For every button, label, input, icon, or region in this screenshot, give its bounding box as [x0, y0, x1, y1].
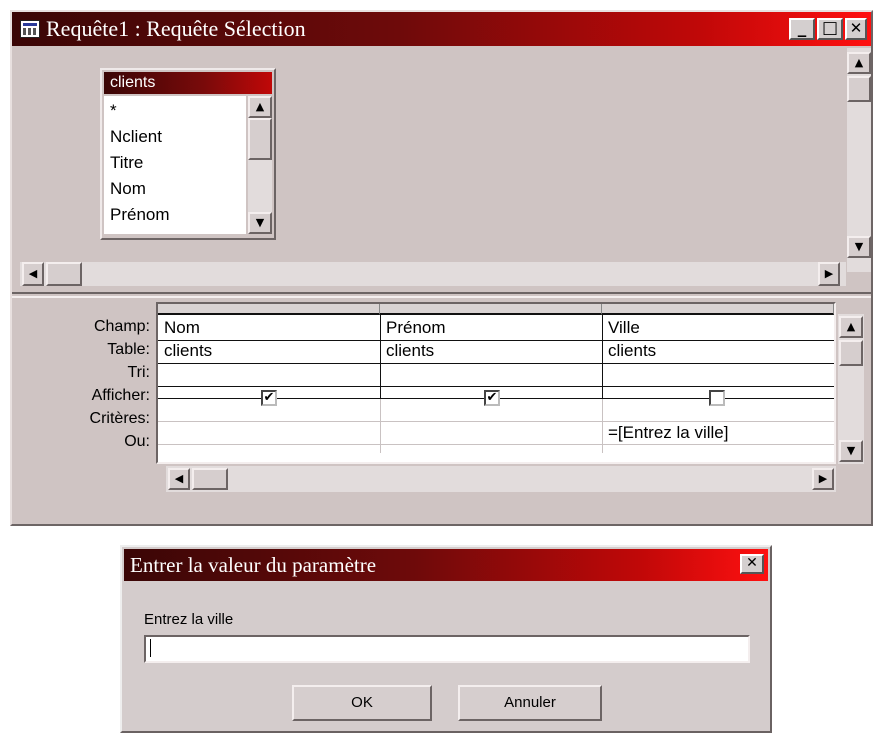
- cell-champ-2[interactable]: Prénom: [380, 317, 602, 340]
- column-selector-1[interactable]: [158, 304, 380, 315]
- minimize-button[interactable]: _: [789, 18, 815, 40]
- column-selector-2[interactable]: [380, 304, 602, 315]
- afficher-checkbox-1[interactable]: ✔: [261, 390, 277, 406]
- upper-scroll-down-icon[interactable]: ▼: [847, 236, 871, 258]
- cancel-button[interactable]: Annuler: [458, 685, 602, 721]
- grid-scroll-left-icon[interactable]: ◀: [168, 468, 190, 490]
- dialog-close-button[interactable]: ✕: [740, 554, 764, 574]
- clients-table-title[interactable]: clients: [104, 72, 272, 94]
- cell-tri-3[interactable]: [602, 363, 834, 386]
- row-label-tri: Tri:: [127, 364, 150, 381]
- upper-pane-hscrollbar[interactable]: [20, 262, 846, 286]
- cell-ou-3[interactable]: [602, 445, 834, 468]
- afficher-checkbox-2[interactable]: ✔: [484, 390, 500, 406]
- grid-scroll-down-icon[interactable]: ▼: [839, 440, 863, 462]
- field-list-scroll-up-icon[interactable]: ▲: [248, 96, 272, 118]
- upper-scroll-right-icon[interactable]: ▶: [818, 262, 840, 286]
- grid-row-labels: Champ: Table: Tri: Afficher: Critères: O…: [12, 315, 150, 453]
- clients-field-list[interactable]: * Nclient Titre Nom Prénom: [104, 96, 246, 234]
- parameter-dialog-title[interactable]: Entrer la valeur du paramètre: [124, 549, 768, 581]
- cell-table-1[interactable]: clients: [158, 340, 380, 363]
- field-item-all[interactable]: *: [110, 98, 246, 124]
- upper-scroll-left-icon[interactable]: ◀: [22, 262, 44, 286]
- field-item-nclient[interactable]: Nclient: [110, 124, 246, 150]
- cell-ou-2[interactable]: [380, 445, 602, 468]
- field-list-scroll-thumb[interactable]: [248, 118, 272, 160]
- grid-scroll-right-icon[interactable]: ▶: [812, 468, 834, 490]
- query-design-grid[interactable]: Nom clients ✔ Prénom clients ✔ Ville cli…: [156, 302, 836, 464]
- row-label-afficher: Afficher:: [91, 387, 150, 404]
- pane-splitter[interactable]: [12, 292, 871, 298]
- upper-scroll-up-icon[interactable]: ▲: [847, 52, 871, 74]
- upper-vscroll-thumb[interactable]: [847, 76, 871, 102]
- cell-tri-1[interactable]: [158, 363, 380, 386]
- ok-button[interactable]: OK: [292, 685, 432, 721]
- cell-criteres-2[interactable]: [380, 422, 602, 445]
- parameter-value-input[interactable]: [144, 635, 750, 663]
- grid-hscroll-thumb[interactable]: [192, 468, 228, 490]
- cell-champ-1[interactable]: Nom: [158, 317, 380, 340]
- close-button[interactable]: ✕: [845, 18, 867, 40]
- clients-table-box[interactable]: clients * Nclient Titre Nom Prénom ▲ ▼: [100, 68, 276, 240]
- cell-table-2[interactable]: clients: [380, 340, 602, 363]
- query-datasheet-icon: [20, 20, 40, 38]
- cell-criteres-1[interactable]: [158, 422, 380, 445]
- text-caret: [150, 638, 151, 657]
- cell-tri-2[interactable]: [380, 363, 602, 386]
- upper-hscroll-thumb[interactable]: [46, 262, 82, 286]
- row-label-ou: Ou:: [124, 433, 150, 450]
- cell-table-3[interactable]: clients: [602, 340, 834, 363]
- row-label-champ: Champ:: [93, 318, 150, 335]
- field-item-nom[interactable]: Nom: [110, 176, 246, 202]
- query-window-title: Requête1 : Requête Sélection: [46, 16, 306, 41]
- cell-champ-3[interactable]: Ville: [602, 317, 834, 340]
- grid-vscroll-thumb[interactable]: [839, 340, 863, 366]
- cell-ou-1[interactable]: [158, 445, 380, 468]
- maximize-button[interactable]: □: [817, 18, 843, 40]
- column-selector-3[interactable]: [602, 304, 834, 315]
- parameter-prompt-label: Entrez la ville: [144, 611, 234, 628]
- cell-criteres-3[interactable]: =[Entrez la ville]: [602, 422, 834, 445]
- field-list-scroll-down-icon[interactable]: ▼: [248, 212, 272, 234]
- query-window-titlebar[interactable]: Requête1 : Requête Sélection _ □ ✕: [12, 12, 871, 46]
- grid-hscrollbar[interactable]: [166, 466, 836, 492]
- afficher-checkbox-3[interactable]: [709, 390, 725, 406]
- field-item-prenom[interactable]: Prénom: [110, 202, 246, 228]
- row-label-criteres: Critères:: [89, 410, 150, 427]
- grid-row-line: [158, 386, 834, 387]
- row-label-table: Table:: [107, 341, 150, 358]
- field-item-titre[interactable]: Titre: [110, 150, 246, 176]
- parameter-dialog: Entrer la valeur du paramètre ✕ Entrez l…: [120, 545, 772, 733]
- grid-scroll-up-icon[interactable]: ▲: [839, 316, 863, 338]
